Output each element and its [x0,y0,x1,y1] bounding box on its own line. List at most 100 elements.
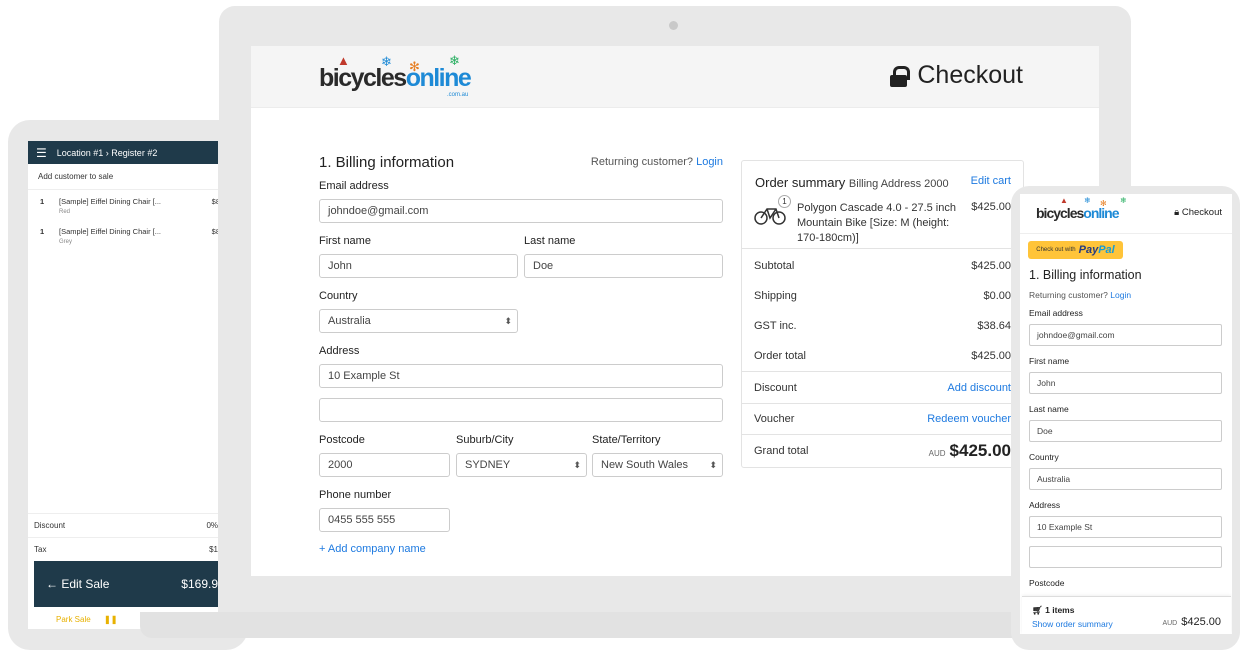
edit-sale-button[interactable]: ← Edit Sale $169.9 [34,561,218,607]
phone-field[interactable]: 0455 555 555 [319,508,450,532]
quantity-badge: 1 [778,195,791,208]
summary-title-text: Order summary [755,175,846,190]
brand-logo[interactable]: ▲ ❄ ✻ ❄ bicyclesonline .com.au [319,53,472,98]
snowflake-icon: ❄ [1084,196,1091,205]
discount-label: Discount [34,521,66,530]
suburb-value: SYDNEY [465,459,511,471]
row-value: $425.00 [971,260,1011,272]
logo-prefix: bicycles [1036,205,1084,221]
mobile-first-name-field[interactable]: John [1029,372,1222,394]
postcode-field[interactable]: 2000 [319,453,450,477]
cart-icon: 🛒︎ [1032,605,1043,615]
add-customer-button[interactable]: Add customer to sale [28,164,218,190]
santa-hat-icon: ▲ [337,53,350,68]
currency-code: AUD [1162,620,1178,627]
item-name: [Sample] Eiffel Dining Chair [... [59,227,161,236]
mobile-brand-logo[interactable]: bicyclesonline [1036,205,1120,221]
park-sale-button[interactable]: Park Sale [56,615,91,624]
state-select[interactable]: New South Wales [592,453,723,477]
edit-sale-label: ← Edit Sale [46,577,110,591]
product-price: $425.00 [971,201,1011,213]
grand-total-value: $425.00 [949,441,1011,460]
voucher-row: Voucher Redeem voucher [742,403,1023,434]
mobile-checkout-text: Checkout [1181,207,1222,218]
order-total-row: Order total $425.00 [742,341,1023,371]
returning-text: Returning customer? [590,156,694,168]
section-title: 1. Billing information [319,154,455,171]
first-name-field[interactable]: John [319,254,518,278]
checkout-screen: ▲ ❄ ✻ ❄ bicyclesonline .com.au Checkout … [251,46,1099,576]
returning-text: Returning customer? [1029,290,1108,300]
mobile-email-label: Email address [1029,308,1083,318]
state-value: New South Wales [601,459,689,471]
item-name: [Sample] Eiffel Dining Chair [... [59,197,161,206]
cart-items: 🛒︎ 1 items [1032,605,1074,616]
product-name: Polygon Cascade 4.0 - 27.5 inch Mountain… [797,202,956,244]
lock-icon [890,65,911,87]
item-price: $8 [211,197,218,206]
gst-row: GST inc. $38.64 [742,311,1023,341]
mobile-order-footer: 🛒︎ 1 items Show order summary AUD $425.00 [1022,596,1231,634]
pos-screen: ☰ Location #1 › Register #2 Add customer… [28,141,218,629]
snowflake-icon: ❄ [1120,196,1127,205]
last-name-label: Last name [524,235,576,247]
suburb-label: Suburb/City [456,434,514,446]
grand-total: AUD $425.00 [929,441,1011,461]
snowflake-icon: ❄ [449,53,460,68]
santa-hat-icon: ▲ [1060,196,1068,205]
discount-label: Discount [754,381,797,394]
redeem-voucher-link[interactable]: Redeem voucher [927,413,1011,425]
item-variant: Red [59,209,71,215]
show-order-summary-link[interactable]: Show order summary [1032,619,1113,629]
hamburger-menu-icon[interactable]: ☰ [36,147,47,159]
sale-line-item[interactable]: 1 [Sample] Eiffel Dining Chair [... Grey… [28,220,218,250]
checkout-title-text: Checkout [917,61,1023,89]
address-line2-field[interactable] [319,398,723,422]
paypal-checkout-button[interactable]: Check out with PayPal [1028,241,1123,259]
bicycle-icon [754,208,786,225]
mobile-first-name-label: First name [1029,356,1070,366]
add-discount-link[interactable]: Add discount [947,382,1011,394]
mobile-country-label: Country [1029,452,1059,462]
mobile-last-name-field[interactable]: Doe [1029,420,1222,442]
mobile-section-title: 1. Billing information [1029,268,1142,282]
row-label: Order total [754,350,806,362]
email-field[interactable]: johndoe@gmail.com [319,199,723,223]
pos-breadcrumb: Location #1 › Register #2 [56,147,158,158]
pos-header: ☰ Location #1 › Register #2 [28,141,218,164]
first-name-label: First name [319,235,371,247]
country-select[interactable]: Australia [319,309,518,333]
sale-line-item[interactable]: 1 [Sample] Eiffel Dining Chair [... Red … [28,190,218,220]
mobile-address-line2-field[interactable] [1029,546,1222,568]
login-link[interactable]: Login [696,156,723,168]
suburb-select[interactable]: SYDNEY [456,453,587,477]
country-label: Country [319,290,358,302]
mobile-address-line1-field[interactable]: 10 Example St [1029,516,1222,538]
paypal-prefix: Check out with [1036,247,1076,253]
postcode-label: Postcode [319,434,365,446]
mobile-total: AUD $425.00 [1162,616,1221,628]
grand-total-label: Grand total [754,445,809,457]
logo-prefix: bicycles [319,64,407,92]
subtotal-row: Subtotal $425.00 [742,251,1023,281]
snowflake-icon: ✻ [409,59,420,74]
paypal-pal: Pal [1098,244,1115,256]
voucher-label: Voucher [754,413,795,425]
add-company-link[interactable]: + Add company name [319,543,426,555]
item-qty: 1 [40,227,45,236]
mobile-checkout-screen: ▲ ❄ ✻ ❄ bicyclesonline 🔒︎ Checkout Check… [1020,194,1232,634]
snowflake-icon: ❄ [381,54,392,69]
tax-label: Tax [34,545,47,554]
paypal-logo: PayPal [1079,244,1115,256]
pos-discount-row[interactable]: Discount 0% [28,513,218,537]
address-line1-field[interactable]: 10 Example St [319,364,723,388]
mobile-country-select[interactable]: Australia [1029,468,1222,490]
camera-icon [669,21,678,30]
last-name-field[interactable]: Doe [524,254,723,278]
mobile-login-link[interactable]: Login [1110,290,1131,300]
mobile-email-field[interactable]: johndoe@gmail.com [1029,324,1222,346]
paypal-pay: Pay [1078,244,1099,256]
logo-text: bicyclesonline [319,64,472,92]
edit-cart-link[interactable]: Edit cart [971,175,1011,187]
address-label: Address [319,345,360,357]
